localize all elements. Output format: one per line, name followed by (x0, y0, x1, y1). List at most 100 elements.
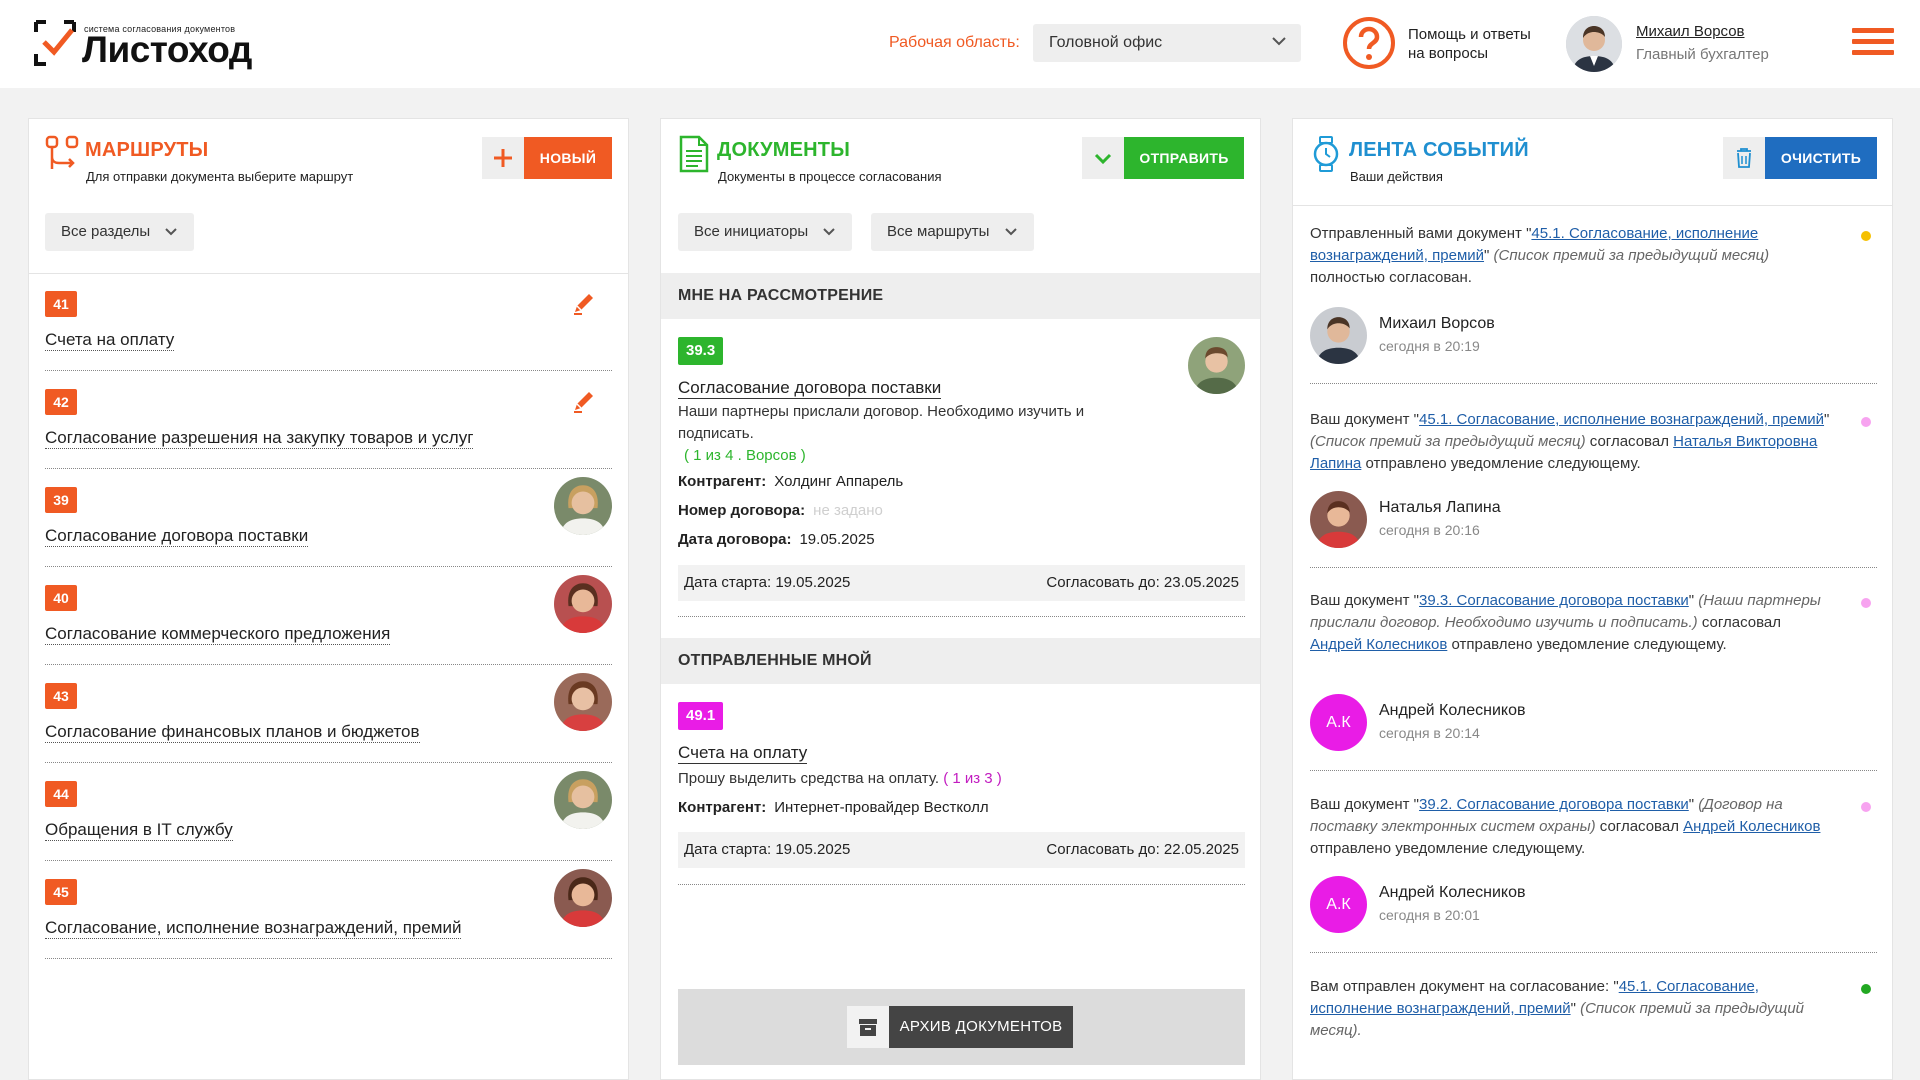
event-status-dot (1861, 802, 1871, 812)
initiator-avatar-image (1188, 337, 1245, 394)
event-document-link[interactable]: 39.2. Согласование договора поставки (1419, 796, 1689, 813)
event-text-mid: " (1824, 411, 1830, 428)
approver-avatar[interactable] (554, 673, 612, 731)
document-title[interactable]: Согласование договора поставки (678, 377, 942, 399)
event-document-link[interactable]: 45.1. Согласование, исполнение вознаграж… (1419, 411, 1824, 428)
route-name[interactable]: Согласование финансовых планов и бюджето… (45, 721, 420, 743)
approver-avatar-image (554, 477, 612, 535)
route-name[interactable]: Согласование договора поставки (45, 525, 309, 547)
event-text-mid: " (1484, 247, 1494, 264)
contract-number-row: Номер договора: не задано (678, 502, 883, 519)
document-description: Наши партнеры прислали договор. Необходи… (678, 403, 1085, 442)
app-logo[interactable]: система согласования документов Листоход (34, 20, 274, 70)
document-dates: Дата старта: 19.05.2025 Согласовать до: … (678, 832, 1245, 868)
document-dates: Дата старта: 19.05.2025 Согласовать до: … (678, 565, 1245, 601)
route-name[interactable]: Согласование разрешения на закупку товар… (45, 427, 474, 449)
contractor-value: Интернет-провайдер Вестколл (774, 799, 989, 816)
route-item[interactable]: 39 Согласование договора поставки (45, 469, 612, 567)
section-sent-header: ОТПРАВЛЕННЫЕ МНОЙ (661, 638, 1260, 684)
user-avatar[interactable] (1310, 491, 1367, 548)
send-button[interactable]: ОТПРАВИТЬ (1124, 137, 1244, 179)
start-date: Дата старта: 19.05.2025 (684, 841, 851, 858)
event-user: А.К Андрей Колесников сегодня в 20:01 (1310, 876, 1877, 936)
workspace-label: Рабочая область: (889, 34, 1020, 51)
help-icon[interactable] (1342, 16, 1396, 70)
send-options-button[interactable] (1082, 137, 1124, 179)
approver-avatar[interactable] (554, 771, 612, 829)
route-item[interactable]: 44 Обращения в IT службу (45, 763, 612, 861)
approver-avatar[interactable] (554, 477, 612, 535)
due-date: Согласовать до: 22.05.2025 (1046, 841, 1239, 858)
route-name[interactable]: Обращения в IT службу (45, 819, 233, 841)
menu-icon[interactable] (1852, 28, 1894, 58)
menu-bar (1852, 28, 1894, 33)
user-avatar[interactable] (1566, 16, 1622, 72)
clear-feed-button[interactable]: ОЧИСТИТЬ (1765, 137, 1877, 179)
divider (678, 616, 1245, 617)
route-item[interactable]: 43 Согласование финансовых планов и бюдже… (45, 665, 612, 763)
event-user-name: Андрей Колесников (1379, 884, 1526, 901)
event-text-mid: " (1688, 796, 1699, 813)
event-status-dot (1861, 598, 1871, 608)
help-line-1: Помощь и ответы (1408, 26, 1531, 43)
sections-filter-value: Все разделы (61, 223, 151, 240)
user-avatar[interactable] (1310, 307, 1367, 364)
documents-subtitle: Документы в процессе согласования (718, 169, 942, 184)
archive-button[interactable]: АРХИВ ДОКУМЕНТОВ (889, 1006, 1073, 1048)
route-name[interactable]: Согласование коммерческого предложения (45, 623, 391, 645)
pencil-icon[interactable] (570, 387, 598, 415)
user-avatar-image (1566, 16, 1622, 72)
new-route-button[interactable]: НОВЫЙ (524, 137, 612, 179)
initiator-avatar[interactable] (1188, 337, 1245, 394)
trash-button[interactable] (1723, 137, 1765, 179)
event-item: Вам отправлен документ на согласование: … (1310, 976, 1877, 1042)
sections-filter[interactable]: Все разделы (45, 213, 195, 251)
event-text-post: согласовал (1697, 614, 1782, 631)
event-note: (Список премий за предыдущий месяц) (1493, 247, 1770, 264)
user-initials-avatar[interactable]: А.К (1310, 694, 1367, 751)
document-number-badge: 39.3 (678, 337, 724, 365)
watch-icon (1313, 136, 1339, 172)
add-route-button[interactable] (482, 137, 524, 179)
routes-filter[interactable]: Все маршруты (871, 213, 1034, 251)
divider (1310, 383, 1877, 384)
event-document-link[interactable]: 39.3. Согласование договора поставки (1419, 592, 1689, 609)
event-text-post2: отправлено уведомление следующему. (1447, 636, 1727, 653)
pencil-icon[interactable] (570, 289, 598, 317)
approver-avatar[interactable] (554, 575, 612, 633)
help-link[interactable]: Помощь и ответы на вопросы (1408, 25, 1531, 63)
route-item[interactable]: 42 Согласование разрешения на закупку тов… (45, 371, 612, 469)
event-user: Михаил Ворсов сегодня в 20:19 (1310, 307, 1877, 367)
divider (1310, 770, 1877, 771)
events-title: ЛЕНТА СОБЫТИЙ (1349, 139, 1529, 161)
start-date: Дата старта: 19.05.2025 (684, 574, 851, 591)
event-user-link[interactable]: Андрей Колесников (1683, 818, 1820, 835)
plus-icon (494, 149, 512, 167)
contractor-value: Холдинг Аппарель (774, 473, 904, 490)
trash-icon (1737, 148, 1751, 168)
event-time: сегодня в 20:01 (1379, 907, 1480, 923)
route-name[interactable]: Счета на оплату (45, 329, 175, 351)
route-number-badge: 42 (45, 389, 77, 415)
route-item[interactable]: 40 Согласование коммерческого предложения (45, 567, 612, 665)
event-text-pre: Отправленный вами документ " (1310, 225, 1532, 242)
event-time: сегодня в 20:16 (1379, 522, 1480, 538)
user-name[interactable]: Михаил Ворсов (1636, 23, 1745, 40)
archive-icon-box[interactable] (847, 1006, 889, 1048)
route-item[interactable]: 41 Счета на оплату (45, 273, 612, 371)
document-description-row: Прошу выделить средства на оплату. ( 1 и… (678, 768, 1002, 790)
event-text: Отправленный вами документ "45.1. Соглас… (1310, 223, 1830, 289)
approver-avatar-image (554, 673, 612, 731)
route-name[interactable]: Согласование, исполнение вознаграждений,… (45, 917, 462, 939)
document-number-badge: 49.1 (678, 702, 724, 730)
user-initials-avatar[interactable]: А.К (1310, 876, 1367, 933)
approver-avatar[interactable] (554, 869, 612, 927)
initiators-filter[interactable]: Все инициаторы (678, 213, 853, 251)
event-user-name: Михаил Ворсов (1379, 315, 1495, 332)
workspace-select[interactable]: Головной офис (1033, 24, 1301, 62)
contractor-row: Контрагент: Интернет-провайдер Вестколл (678, 799, 989, 816)
user-avatar-image (1310, 307, 1367, 364)
document-title[interactable]: Счета на оплату (678, 742, 808, 764)
event-user-link[interactable]: Андрей Колесников (1310, 636, 1447, 653)
route-item[interactable]: 45 Согласование, исполнение вознаграждени… (45, 861, 612, 959)
